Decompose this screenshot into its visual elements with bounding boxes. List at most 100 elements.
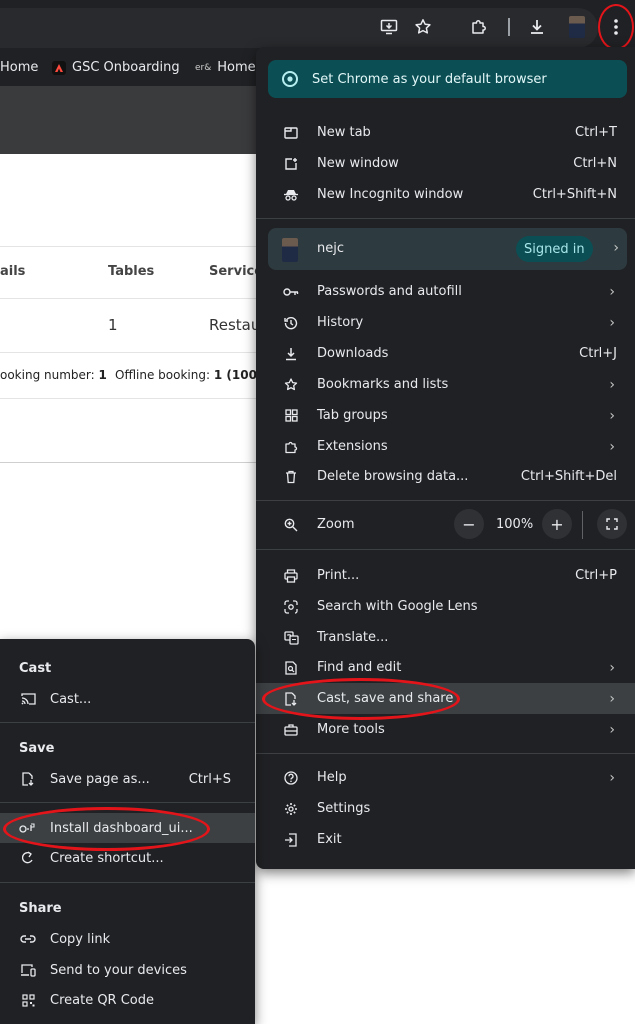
menu-label: History bbox=[317, 315, 364, 330]
menu-label: Extensions bbox=[317, 439, 388, 454]
chevron-right-icon: › bbox=[609, 314, 615, 331]
trash-icon bbox=[282, 468, 300, 486]
submenu-heading-cast: Cast bbox=[19, 661, 52, 676]
devices-icon bbox=[19, 961, 37, 979]
menu-item-passwords[interactable]: Passwords and autofill › bbox=[256, 276, 635, 307]
menu-item-find-edit[interactable]: Find and edit › bbox=[256, 652, 635, 683]
menu-item-tab-groups[interactable]: Tab groups › bbox=[256, 400, 635, 431]
cell-tables: 1 bbox=[108, 316, 118, 334]
lens-icon bbox=[282, 598, 300, 616]
menu-item-translate[interactable]: Translate... bbox=[256, 622, 635, 653]
submenu-label: Install dashboard_ui... bbox=[50, 821, 193, 836]
er-logo-icon: er& bbox=[195, 62, 212, 73]
submenu-heading-save: Save bbox=[19, 741, 55, 756]
menu-divider bbox=[256, 753, 635, 754]
profile-row[interactable]: nejc Signed in › bbox=[268, 228, 627, 270]
menu-shortcut: Ctrl+Shift+N bbox=[532, 187, 617, 202]
menu-item-exit[interactable]: Exit bbox=[256, 824, 635, 855]
cell-service: Restau bbox=[209, 316, 261, 334]
menu-divider bbox=[256, 218, 635, 219]
menu-label: New tab bbox=[317, 125, 371, 140]
menu-item-delete-data[interactable]: Delete browsing data... Ctrl+Shift+Del bbox=[256, 461, 635, 492]
submenu-label: Send to your devices bbox=[50, 963, 187, 978]
menu-item-google-lens[interactable]: Search with Google Lens bbox=[256, 591, 635, 622]
summary-offline: Offline booking: 1 (100% bbox=[115, 368, 269, 382]
column-header-service: Service bbox=[209, 264, 264, 279]
summary-online: ooking number: 1 bbox=[0, 368, 107, 382]
menu-item-print[interactable]: Print... Ctrl+P bbox=[256, 560, 635, 591]
qr-code-icon bbox=[19, 991, 37, 1009]
column-header-tables: Tables bbox=[108, 264, 155, 279]
menu-divider bbox=[256, 549, 635, 550]
puzzle-icon bbox=[282, 438, 300, 456]
adobe-icon bbox=[52, 60, 66, 75]
install-app-icon[interactable] bbox=[374, 12, 404, 42]
shortcut-arrow-icon bbox=[19, 849, 37, 867]
menu-item-settings[interactable]: Settings bbox=[256, 793, 635, 824]
link-icon bbox=[19, 930, 37, 948]
submenu-item-send-devices[interactable]: Send to your devices bbox=[0, 955, 255, 985]
bookmark-home[interactable]: Home bbox=[0, 60, 38, 75]
chevron-right-icon: › bbox=[609, 376, 615, 393]
menu-label: Cast, save and share bbox=[317, 691, 454, 706]
chevron-right-icon: › bbox=[609, 283, 615, 300]
download-icon[interactable] bbox=[522, 12, 552, 42]
submenu-item-install-app[interactable]: Install dashboard_ui... bbox=[0, 813, 255, 843]
menu-shortcut: Ctrl+N bbox=[573, 156, 617, 171]
default-browser-promo[interactable]: Set Chrome as your default browser bbox=[268, 60, 627, 98]
profile-name: nejc bbox=[317, 241, 344, 256]
profile-avatar[interactable] bbox=[562, 12, 592, 42]
menu-label: Passwords and autofill bbox=[317, 284, 462, 299]
submenu-item-copy-link[interactable]: Copy link bbox=[0, 924, 255, 954]
exit-icon bbox=[282, 831, 300, 849]
menu-item-extensions[interactable]: Extensions › bbox=[256, 431, 635, 462]
bookmark-gsc-onboarding[interactable]: GSC Onboarding bbox=[52, 60, 180, 75]
menu-item-cast-save-share[interactable]: Cast, save and share › bbox=[256, 683, 635, 714]
promo-label: Set Chrome as your default browser bbox=[312, 71, 547, 87]
menu-label: Delete browsing data... bbox=[317, 469, 469, 484]
save-file-icon bbox=[19, 770, 37, 788]
menu-shortcut: Ctrl+P bbox=[575, 568, 617, 583]
star-icon bbox=[282, 376, 300, 394]
menu-item-incognito[interactable]: New Incognito window Ctrl+Shift+N bbox=[256, 179, 635, 210]
menu-label: Exit bbox=[317, 832, 342, 847]
menu-item-more-tools[interactable]: More tools › bbox=[256, 714, 635, 745]
menu-item-history[interactable]: History › bbox=[256, 307, 635, 338]
menu-item-downloads[interactable]: Downloads Ctrl+J bbox=[256, 338, 635, 369]
menu-shortcut: Ctrl+T bbox=[575, 125, 617, 140]
menu-item-new-window[interactable]: New window Ctrl+N bbox=[256, 148, 635, 179]
bookmark-home-2[interactable]: er& Home bbox=[195, 60, 256, 75]
submenu-item-create-shortcut[interactable]: Create shortcut... bbox=[0, 843, 255, 873]
menu-item-bookmarks[interactable]: Bookmarks and lists › bbox=[256, 369, 635, 400]
history-icon bbox=[282, 314, 300, 332]
bookmark-label: GSC Onboarding bbox=[72, 60, 180, 75]
menu-label: New Incognito window bbox=[317, 187, 464, 202]
menu-item-help[interactable]: Help › bbox=[256, 762, 635, 793]
download-icon bbox=[282, 345, 300, 363]
printer-icon bbox=[282, 567, 300, 585]
submenu-label: Create shortcut... bbox=[50, 851, 164, 866]
fullscreen-icon bbox=[606, 518, 618, 530]
incognito-icon bbox=[282, 186, 300, 204]
menu-label: New window bbox=[317, 156, 399, 171]
tab-groups-icon bbox=[282, 407, 300, 425]
chevron-right-icon: › bbox=[609, 438, 615, 455]
menu-divider bbox=[256, 500, 635, 501]
zoom-row: Zoom − 100% + bbox=[256, 509, 635, 541]
key-icon bbox=[282, 283, 300, 301]
menu-item-new-tab[interactable]: New tab Ctrl+T bbox=[256, 117, 635, 148]
chrome-menu-button[interactable] bbox=[598, 4, 634, 50]
submenu-item-cast[interactable]: Cast... bbox=[0, 684, 255, 714]
zoom-in-button[interactable]: + bbox=[542, 509, 572, 539]
fullscreen-button[interactable] bbox=[597, 509, 627, 539]
menu-label: Translate... bbox=[317, 630, 389, 645]
zoom-out-button[interactable]: − bbox=[454, 509, 484, 539]
bookmark-star-icon[interactable] bbox=[408, 12, 438, 42]
zoom-separator bbox=[582, 511, 583, 539]
extensions-puzzle-icon[interactable] bbox=[464, 12, 494, 42]
submenu-label: Copy link bbox=[50, 932, 111, 947]
submenu-item-save-page[interactable]: Save page as... Ctrl+S bbox=[0, 764, 255, 794]
toolbox-icon bbox=[282, 721, 300, 739]
submenu-heading-share: Share bbox=[19, 901, 62, 916]
submenu-item-qr-code[interactable]: Create QR Code bbox=[0, 985, 255, 1015]
